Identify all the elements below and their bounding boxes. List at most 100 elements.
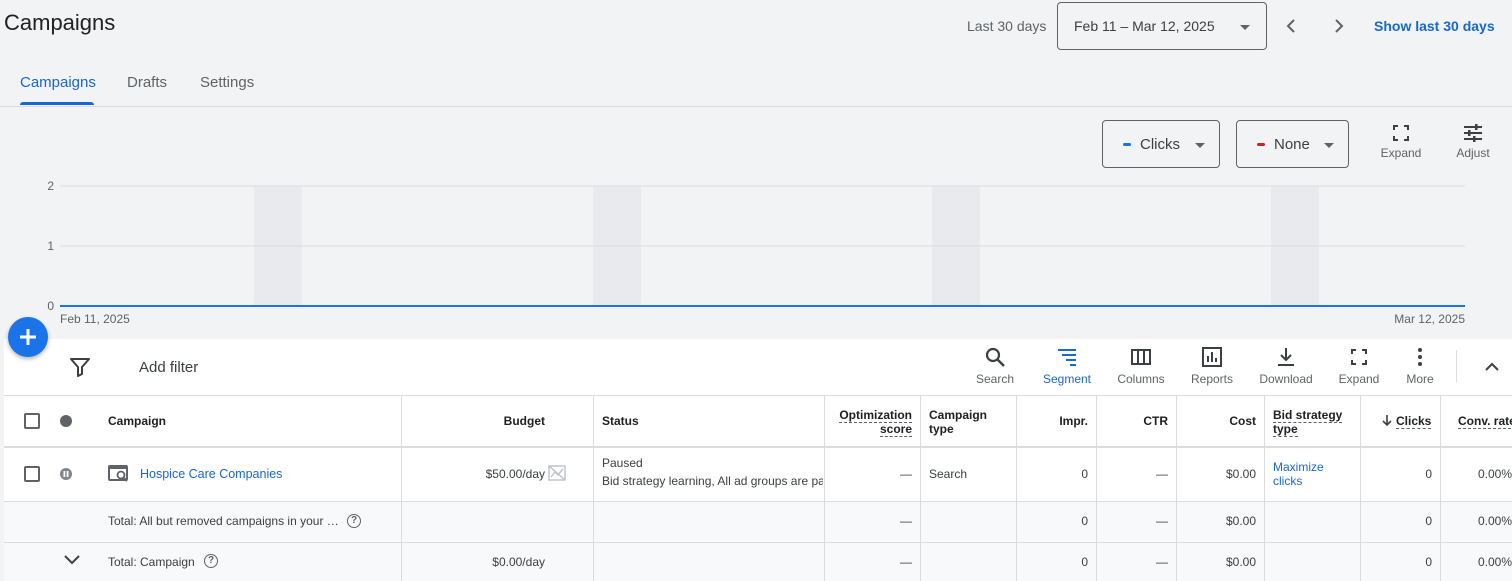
dropdown-caret-icon	[1240, 25, 1250, 30]
segment-button[interactable]: Segment	[1040, 346, 1094, 386]
campaign-impressions: 0	[1081, 467, 1088, 481]
campaign-budget: $50.00/day	[485, 467, 545, 481]
campaign-status-detail-text: Bid strategy learning, All ad groups are…	[602, 474, 823, 488]
total-all-but-removed-label: Total: All but removed campaigns in your…	[108, 514, 339, 528]
total-removed-conv-rate: 0.00%	[1477, 514, 1512, 528]
reports-button[interactable]: Reports	[1187, 346, 1237, 386]
campaign-status-detail[interactable]: Bid strategy learning, All ad groups are…	[602, 474, 823, 488]
total-campaign-impressions: 0	[1081, 555, 1088, 569]
header-bid-strategy-line1: Bid strategy	[1273, 408, 1343, 423]
next-period-button[interactable]	[1325, 12, 1353, 40]
column-divider	[1096, 395, 1097, 581]
column-divider	[1360, 395, 1361, 581]
y-tick-label: 0	[47, 299, 54, 313]
total-campaign-optimization-score: —	[900, 555, 912, 569]
filter-button[interactable]	[68, 356, 92, 383]
reports-label: Reports	[1190, 372, 1234, 386]
campaign-ctr: —	[1156, 467, 1168, 481]
download-label: Download	[1259, 372, 1313, 386]
tune-icon	[1464, 124, 1482, 142]
header-budget[interactable]: Budget	[410, 414, 545, 428]
metric-2-select[interactable]: None	[1236, 120, 1349, 168]
header-clicks-label: Clicks	[1396, 414, 1432, 429]
search-label: Search	[975, 372, 1015, 386]
help-icon[interactable]: ?	[347, 514, 361, 528]
show-last-30-days-link[interactable]: Show last 30 days	[1374, 18, 1495, 34]
bid-strategy-line2: clicks	[1273, 474, 1303, 488]
header-ctr[interactable]: CTR	[1100, 414, 1168, 428]
add-filter-input[interactable]: Add filter	[139, 359, 198, 376]
total-campaign-budget: $0.00/day	[492, 555, 545, 569]
tab-campaigns[interactable]: Campaigns	[20, 74, 96, 91]
metric-1-select[interactable]: Clicks	[1102, 120, 1220, 168]
filter-icon	[70, 358, 90, 377]
metric-2-color-swatch	[1257, 142, 1265, 146]
y-axis-ticks: 2 1 0	[47, 179, 54, 313]
columns-button[interactable]: Columns	[1114, 346, 1168, 386]
budget-chart-disabled-icon[interactable]	[548, 465, 566, 481]
header-campaign-type-line2: type	[929, 422, 954, 436]
total-campaign-clicks: 0	[1425, 555, 1432, 569]
total-removed-clicks: 0	[1425, 514, 1432, 528]
total-row-campaign	[4, 542, 1512, 581]
help-icon[interactable]: ?	[204, 554, 218, 568]
dropdown-caret-icon	[1324, 143, 1334, 148]
chevron-up-icon	[1485, 362, 1499, 371]
sort-descending-icon	[1382, 415, 1392, 427]
segment-label: Segment	[1042, 372, 1092, 386]
campaign-bid-strategy-link[interactable]: Maximize clicks	[1273, 460, 1324, 488]
more-vert-icon	[1418, 348, 1422, 366]
column-divider	[401, 395, 402, 581]
column-divider	[1264, 395, 1265, 581]
select-all-checkbox[interactable]	[24, 413, 40, 429]
header-status[interactable]: Status	[602, 414, 639, 428]
header-conv-rate[interactable]: Conv. rate	[1458, 414, 1512, 429]
create-campaign-button[interactable]	[8, 317, 48, 357]
campaign-name-link[interactable]: Hospice Care Companies	[140, 467, 282, 481]
total-removed-impressions: 0	[1081, 514, 1088, 528]
total-removed-cost: $0.00	[1225, 514, 1256, 528]
chart-expand-button[interactable]: Expand	[1371, 124, 1431, 160]
columns-label: Columns	[1117, 372, 1165, 386]
column-divider	[593, 395, 594, 581]
header-cost[interactable]: Cost	[1180, 414, 1256, 428]
total-campaign-label: Total: Campaign	[108, 555, 195, 569]
row-checkbox[interactable]	[24, 466, 40, 482]
search-button[interactable]: Search	[975, 346, 1015, 386]
header-campaign[interactable]: Campaign	[108, 414, 166, 428]
table-expand-button[interactable]: Expand	[1336, 346, 1382, 386]
chart-adjust-button[interactable]: Adjust	[1443, 124, 1503, 160]
header-clicks[interactable]: Clicks	[1381, 414, 1432, 429]
collapse-chart-button[interactable]	[1481, 356, 1503, 383]
more-label: More	[1406, 372, 1434, 386]
chevron-left-icon	[1286, 19, 1295, 33]
header-impressions[interactable]: Impr.	[1020, 414, 1088, 428]
tab-settings[interactable]: Settings	[200, 74, 254, 91]
total-campaign-conv-rate: 0.00%	[1477, 555, 1512, 569]
date-range-label: Last 30 days	[967, 18, 1047, 34]
fullscreen-icon	[1351, 349, 1367, 365]
header-optimization-score[interactable]: Optimization score	[830, 408, 912, 437]
metric-1-color-swatch	[1123, 142, 1131, 146]
columns-icon	[1131, 349, 1151, 365]
previous-period-button[interactable]	[1277, 12, 1305, 40]
download-button[interactable]: Download	[1256, 346, 1316, 386]
header-bid-strategy-type[interactable]: Bid strategy type	[1273, 408, 1343, 437]
header-optimization-score-line1: Optimization	[839, 408, 912, 423]
tab-drafts[interactable]: Drafts	[127, 74, 167, 91]
date-range-picker[interactable]: Feb 11 – Mar 12, 2025	[1057, 2, 1267, 50]
chevron-right-icon	[1335, 19, 1344, 33]
pause-icon	[63, 471, 69, 477]
y-tick-label: 2	[47, 179, 54, 193]
campaign-optimization-score: —	[900, 467, 912, 481]
total-removed-ctr: —	[1156, 514, 1168, 528]
header-campaign-type[interactable]: Campaign type	[929, 408, 987, 436]
date-range-value: Feb 11 – Mar 12, 2025	[1074, 18, 1215, 34]
paused-status-icon[interactable]	[60, 468, 72, 480]
expand-row-chevron-down-icon[interactable]	[62, 553, 82, 567]
more-button[interactable]: More	[1400, 346, 1440, 386]
search-campaign-icon	[108, 465, 128, 482]
column-divider	[1016, 395, 1017, 581]
campaign-conv-rate: 0.00%	[1477, 467, 1512, 481]
plus-icon	[20, 329, 36, 345]
